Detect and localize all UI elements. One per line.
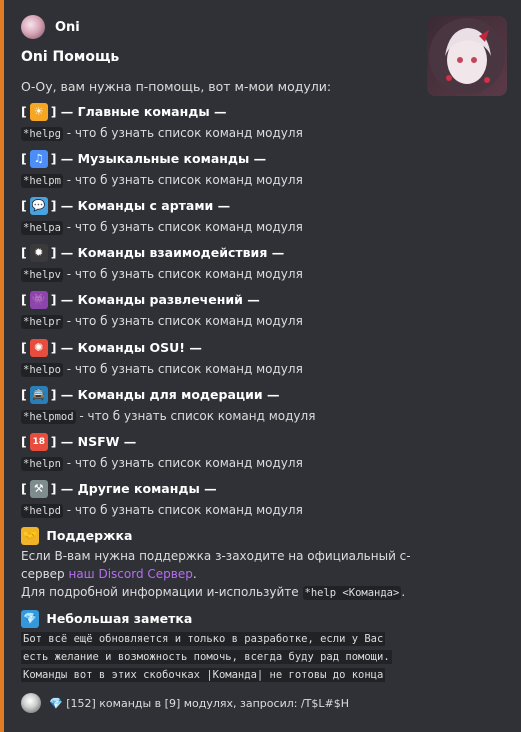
field-other-commands: [⚒] — Другие команды — *helpd - что б уз…: [21, 480, 303, 518]
note-line: Бот всё ещё обновляется и только в разра…: [21, 632, 386, 646]
command-code: *helpo: [21, 363, 63, 377]
command-code: *helpm: [21, 174, 63, 188]
command-code: *helpa: [21, 221, 63, 235]
field-nsfw-commands: [18] — NSFW — *helpn - что б узнать спис…: [21, 433, 303, 471]
field-interaction-commands: [✹] — Команды взаимодействия — *helpv - …: [21, 244, 303, 282]
field-support: 🤝 Поддержка Если В-вам нужна поддержка з…: [21, 527, 411, 600]
command-code: *helpd: [21, 504, 63, 518]
field-text: - что б узнать список команд модуля: [62, 126, 303, 140]
field-fun-commands: [👾] — Команды развлечений — *helpr - что…: [21, 291, 303, 329]
alien-monster-icon: 👾: [29, 291, 48, 309]
field-text: - что б узнать список команд модуля: [75, 409, 316, 423]
command-code: *helpv: [21, 268, 63, 282]
help-embed: Oni Oni Помощь О-Оу, вам нужна п-помощь,…: [0, 0, 521, 732]
field-text: - что б узнать список команд модуля: [62, 314, 303, 328]
field-title: — Команды OSU! —: [60, 340, 202, 355]
command-code: *helpr: [21, 315, 63, 329]
field-main-commands: [☀] — Главные команды — *helpg - что б у…: [21, 103, 303, 141]
footer-text: [152] команды в [9] модулях, запросил: /…: [66, 696, 349, 710]
command-code: *help <Команда>: [302, 586, 402, 600]
field-music-commands: [♫] — Музыкальные команды — *helpm - что…: [21, 150, 303, 188]
field-title: — Другие команды —: [60, 481, 217, 496]
gem-icon: 💎: [49, 696, 63, 710]
field-title: Поддержка: [46, 528, 133, 543]
field-text: - что б узнать список команд модуля: [62, 503, 303, 517]
command-code: *helpg: [21, 127, 63, 141]
field-title: — Команды взаимодействия —: [60, 245, 285, 260]
discord-server-link[interactable]: наш Discord Сервер: [68, 567, 192, 581]
embed-thumbnail[interactable]: [427, 16, 507, 96]
field-title: — Команды развлечений —: [60, 292, 260, 307]
command-code: *helpmod: [21, 410, 76, 424]
support-text-line: Если В-вам нужна поддержка з-заходите на…: [21, 549, 411, 563]
field-note: 💎 Небольшая заметка Бот всё ещё обновляе…: [21, 610, 392, 684]
gem-icon: 💎: [21, 610, 39, 628]
embed-author[interactable]: Oni: [21, 15, 80, 39]
anime-girl-thumbnail-image: [429, 18, 505, 94]
field-title: — Музыкальные команды —: [60, 151, 267, 166]
field-title: — NSFW —: [60, 434, 137, 449]
embed-title: Oni Помощь: [21, 49, 120, 65]
embed-footer: 💎 [152] команды в [9] модулях, запросил:…: [21, 693, 349, 713]
anger-symbol-icon: ✹: [29, 244, 48, 262]
author-avatar[interactable]: [21, 15, 45, 39]
no-under-18-icon: 18: [29, 433, 48, 451]
field-text: - что б узнать список команд модуля: [62, 267, 303, 281]
police-car-icon: 🚔: [29, 386, 48, 404]
note-line: Команды вот в этих скобочках |Команда| н…: [21, 668, 386, 682]
field-text: - что б узнать список команд модуля: [62, 362, 303, 376]
field-text: - что б узнать список команд модуля: [62, 456, 303, 470]
field-text: - что б узнать список команд модуля: [62, 173, 303, 187]
speech-bubble-icon: 💬: [29, 197, 48, 215]
note-line: есть желание и возможность помочь, всегд…: [21, 650, 392, 664]
field-title: — Команды с артами —: [60, 198, 231, 213]
embed-description: О-Оу, вам нужна п-помощь, вот м-мои моду…: [21, 79, 332, 94]
field-title: Небольшая заметка: [46, 611, 193, 626]
field-text: - что б узнать список команд модуля: [62, 220, 303, 234]
music-note-icon: ♫: [29, 150, 48, 168]
command-code: *helpn: [21, 457, 63, 471]
author-name[interactable]: Oni: [55, 20, 80, 35]
footer-avatar: [21, 693, 41, 713]
hammer-and-pick-icon: ⚒: [29, 480, 48, 498]
field-title: — Команды для модерации —: [60, 387, 280, 402]
field-art-commands: [💬] — Команды с артами — *helpa - что б …: [21, 197, 303, 235]
field-osu-commands: [✺] — Команды OSU! — *helpo - что б узна…: [21, 339, 303, 377]
osu-icon: ✺: [29, 339, 48, 357]
field-moderation-commands: [🚔] — Команды для модерации — *helpmod -…: [21, 386, 316, 424]
handshake-icon: 🤝: [21, 527, 39, 545]
field-title: — Главные команды —: [60, 104, 227, 119]
sun-icon: ☀: [29, 103, 48, 121]
